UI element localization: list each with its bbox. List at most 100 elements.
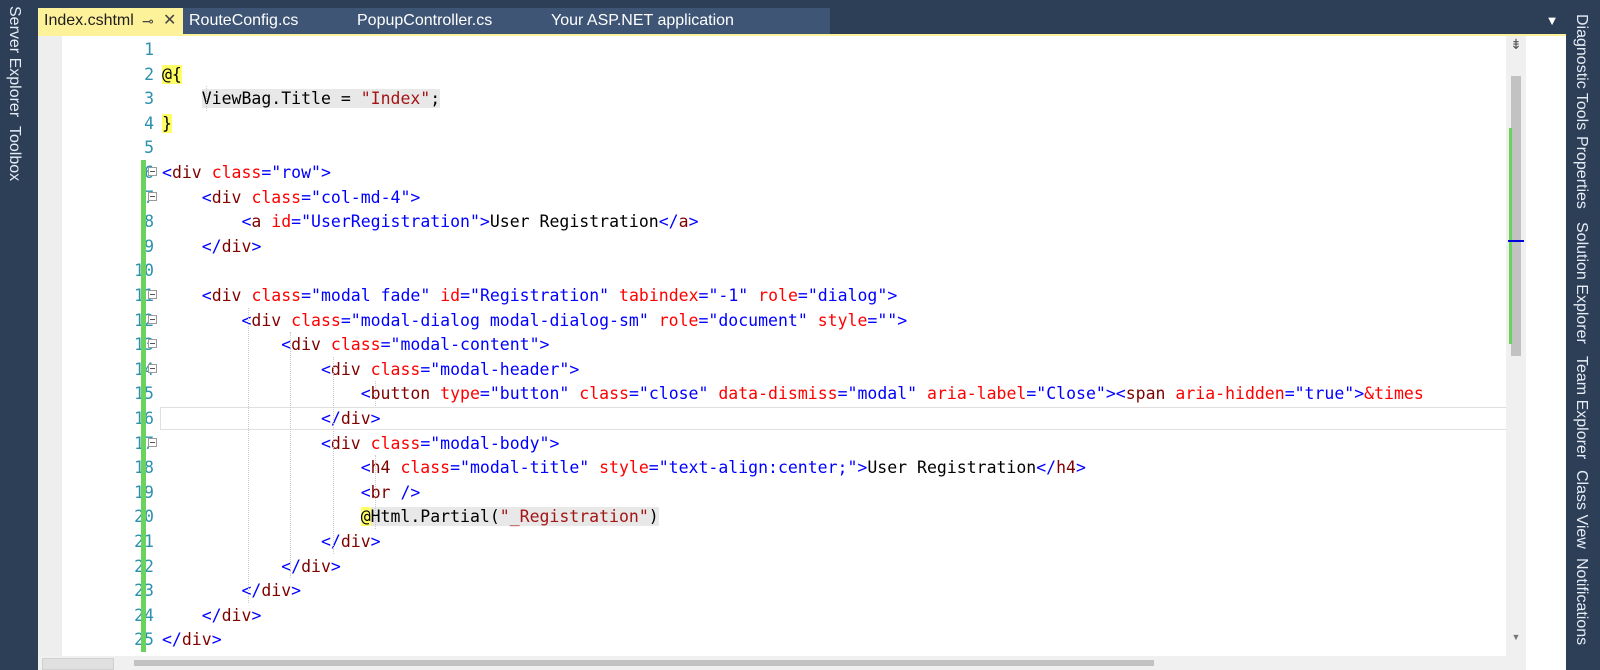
tab-index-cshtml[interactable]: Index.cshtml ⊸ ✕ [38, 8, 183, 34]
change-marker [141, 209, 146, 235]
code-line[interactable]: 19 <br /> [38, 479, 1506, 505]
change-marker [141, 356, 146, 382]
side-tab-class-view[interactable]: Class View [1572, 470, 1590, 549]
side-tab-notifications[interactable]: Notifications [1572, 558, 1590, 645]
code-line[interactable]: 4} [38, 111, 1506, 136]
line-number: 5 [144, 138, 154, 158]
code-line[interactable]: 3 ViewBag.Title = "Index"; [38, 86, 1506, 111]
indent-guide [248, 307, 249, 603]
scroll-down-arrow-icon[interactable]: ▼ [1510, 632, 1522, 644]
collapse-icon[interactable] [148, 314, 157, 324]
code-text: <br /> [360, 482, 421, 502]
code-line[interactable]: 5 [38, 135, 1506, 160]
code-line[interactable]: 6<div class="row"> [38, 160, 1506, 185]
side-tab-diagnostic-tools[interactable]: Diagnostic Tools [1572, 14, 1590, 130]
split-window-icon[interactable]: ⇟ [1509, 36, 1523, 52]
code-line[interactable]: 25</div> [38, 627, 1506, 653]
collapse-icon[interactable] [148, 167, 157, 176]
code-line[interactable]: 13 <div class="modal-content"> [38, 332, 1506, 358]
zoom-control[interactable] [42, 658, 114, 670]
change-marker [141, 160, 146, 185]
collapse-icon[interactable] [148, 363, 157, 373]
code-text: </div> [201, 605, 262, 625]
code-text: </div> [162, 630, 222, 650]
code-text: </div> [201, 236, 262, 256]
tab-routeconfig-cs[interactable]: RouteConfig.cs [183, 8, 347, 34]
right-tool-strip: Diagnostic Tools Properties Solution Explo… [1566, 0, 1600, 670]
code-text: <div class="modal-header"> [320, 359, 580, 379]
code-text: @Html.Partial("_Registration") [360, 507, 659, 527]
collapse-icon[interactable] [148, 290, 157, 299]
scrollbar-change-marker [1509, 128, 1512, 344]
change-marker [141, 258, 146, 284]
indent-guide [206, 86, 207, 111]
side-tab-server-explorer[interactable]: Server Explorer [5, 6, 23, 117]
tab-popupcontroller-cs[interactable]: PopupController.cs [347, 8, 537, 34]
tab-label: Index.cshtml [44, 12, 134, 29]
collapse-icon[interactable] [148, 437, 157, 447]
horizontal-scrollbar[interactable] [38, 656, 1526, 670]
code-line[interactable]: 21 </div> [38, 529, 1506, 554]
line-number: 3 [144, 89, 154, 109]
code-text: <div class="modal fade" id="Registration… [201, 286, 898, 305]
code-line[interactable]: 22 </div> [38, 553, 1506, 579]
change-marker [141, 307, 146, 333]
code-line[interactable]: 18 <h4 class="modal-title" style="text-a… [38, 455, 1506, 481]
code-text: </div> [320, 532, 381, 551]
pin-icon[interactable]: ⊸ [142, 8, 154, 34]
code-text: @{ [162, 64, 182, 84]
code-line[interactable]: 15 <button type="button" class="close" d… [38, 381, 1506, 407]
change-marker [141, 627, 146, 653]
indent-guide [290, 332, 291, 579]
code-text: </div> [320, 409, 381, 428]
indent-guide [333, 356, 334, 554]
code-line[interactable]: 17 <div class="modal-body"> [38, 430, 1506, 456]
code-text: <button type="button" class="close" data… [360, 384, 1424, 404]
horizontal-scroll-thumb[interactable] [134, 660, 1154, 666]
code-line[interactable]: 20 @Html.Partial("_Registration") [38, 504, 1506, 530]
code-text: </div> [281, 556, 341, 576]
change-marker [141, 529, 146, 554]
tab-label: RouteConfig.cs [189, 12, 299, 29]
line-number: 2 [144, 64, 154, 84]
change-marker [141, 233, 146, 259]
code-text: <div class="modal-content"> [281, 335, 550, 355]
code-line[interactable]: 12 <div class="modal-dialog modal-dialog… [38, 307, 1506, 333]
code-text: <h4 class="modal-title" style="text-alig… [360, 458, 1086, 478]
code-text: </div> [241, 581, 302, 601]
code-text: <div class="modal-dialog modal-dialog-sm… [241, 310, 908, 330]
code-line[interactable]: 10 [38, 258, 1506, 284]
tab-label: PopupController.cs [357, 12, 493, 29]
side-tab-team-explorer[interactable]: Team Explorer [1572, 356, 1590, 459]
dropdown-arrow-icon[interactable]: ▼ [1542, 8, 1562, 32]
code-line[interactable]: 24 </div> [38, 602, 1506, 628]
indent-guide [375, 381, 376, 406]
code-text: <div class="modal-body"> [320, 433, 560, 453]
code-line[interactable]: 1 [38, 37, 1506, 62]
code-line[interactable]: 11 <div class="modal fade" id="Registrat… [38, 283, 1506, 308]
collapse-icon[interactable] [148, 191, 157, 201]
code-line[interactable]: 7 <div class="col-md-4"> [38, 184, 1506, 210]
line-number: 1 [144, 40, 154, 59]
vertical-scrollbar[interactable]: ⇟ ▼ [1506, 36, 1526, 656]
change-marker [141, 430, 146, 456]
document-tab-bar: Index.cshtml ⊸ ✕ RouteConfig.cs PopupCon… [38, 6, 1566, 34]
code-line[interactable]: 8 <a id="UserRegistration">User Registra… [38, 209, 1506, 235]
code-line[interactable]: 2 @{ [38, 62, 1506, 87]
code-line[interactable]: 16 </div> [38, 406, 1508, 431]
code-line[interactable]: 23 </div> [38, 578, 1506, 604]
side-tab-toolbox[interactable]: Toolbox [5, 126, 23, 181]
side-tab-properties[interactable]: Properties [1572, 136, 1590, 209]
code-editor[interactable]: 12@{3 ViewBag.Title = "Index";4}56<div c… [38, 36, 1566, 670]
line-number: 4 [144, 113, 154, 133]
code-line[interactable]: 14 <div class="modal-header"> [38, 356, 1506, 382]
side-tab-solution-explorer[interactable]: Solution Explorer [1572, 222, 1590, 344]
collapse-icon[interactable] [148, 339, 157, 349]
tab-your-aspnet-application[interactable]: Your ASP.NET application [537, 8, 830, 34]
change-marker [141, 479, 146, 505]
close-icon[interactable]: ✕ [163, 8, 176, 34]
vertical-scroll-thumb[interactable] [1511, 76, 1521, 356]
change-marker [141, 184, 146, 210]
code-line[interactable]: 9 </div> [38, 233, 1506, 259]
code-text: } [162, 113, 172, 133]
